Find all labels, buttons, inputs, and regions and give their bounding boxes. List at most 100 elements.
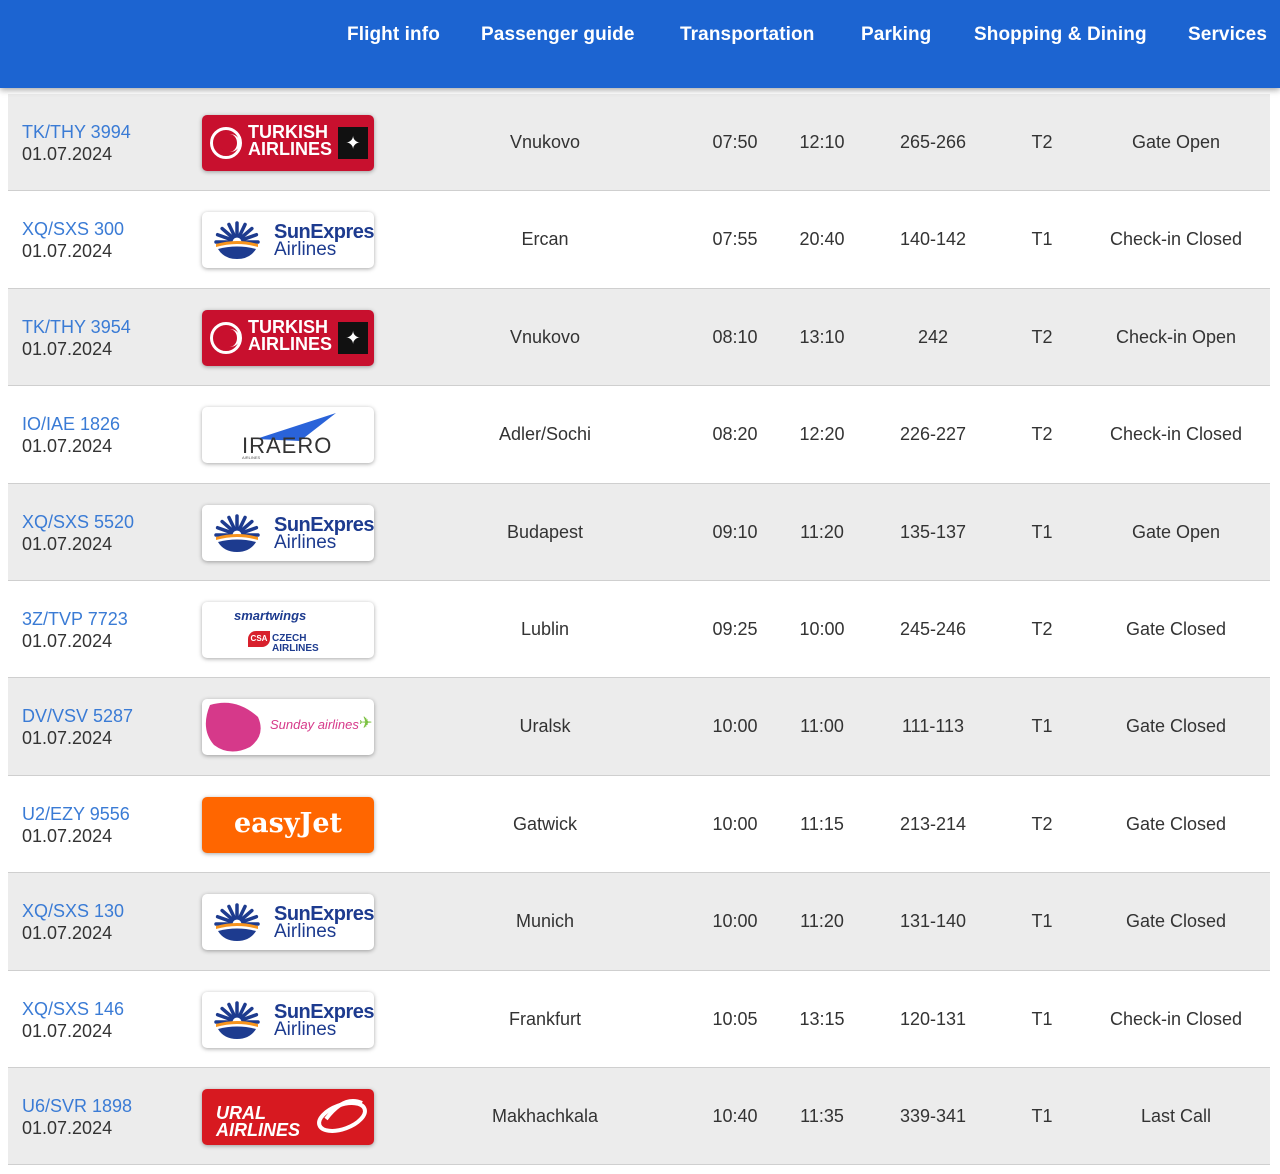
terminal: T1	[1031, 1105, 1053, 1126]
flight-date: 01.07.2024	[22, 1020, 113, 1041]
flight-date: 01.07.2024	[22, 630, 113, 651]
airline-logo: smartwings CSA CZECH AIRLINES	[202, 601, 374, 658]
check-in-counters: 140-142	[899, 229, 967, 250]
nav-passenger-guide[interactable]: Passenger guide	[481, 24, 635, 46]
flight-number-link[interactable]: XQ/SXS 146	[22, 999, 124, 1020]
check-in-counters: 226-227	[899, 424, 967, 445]
flight-number-link[interactable]: 3Z/TVP 7723	[22, 609, 128, 630]
destination: Gatwick	[512, 813, 578, 834]
flight-number-link[interactable]: XQ/SXS 5520	[22, 512, 134, 533]
flight-number-link[interactable]: DV/VSV 5287	[22, 706, 133, 727]
flight-status: Gate Closed	[1125, 716, 1227, 737]
arrival-time: 12:20	[799, 424, 845, 445]
logo-text: CZECH AIRLINES	[272, 632, 319, 654]
destination: Ercan	[521, 229, 569, 250]
terminal: T2	[1031, 132, 1053, 152]
flight-number-link[interactable]: IO/IAE 1826	[22, 414, 120, 435]
star-alliance-icon: ✦	[338, 127, 368, 159]
airline-logo: IRAERO AIRLINES	[202, 407, 374, 464]
logo-text: Airlines	[274, 239, 337, 261]
flight-status: Check-in Closed	[1109, 424, 1243, 445]
terminal: T1	[1031, 229, 1053, 250]
departure-time: 10:05	[712, 1008, 758, 1029]
turkish-airlines-emblem-icon	[210, 321, 242, 354]
flight-date: 01.07.2024	[22, 436, 113, 457]
nav-parking[interactable]: Parking	[861, 24, 931, 46]
destination: Frankfurt	[508, 1008, 582, 1029]
departure-time: 08:10	[712, 326, 758, 347]
flight-status: Last Call	[1140, 1105, 1212, 1126]
flight-row[interactable]: XQ/SXS 146 01.07.2024 SunExpress Airlines Fr…	[8, 970, 1270, 1068]
flight-date: 01.07.2024	[22, 533, 113, 554]
flight-number-link[interactable]: U6/SVR 1898	[22, 1096, 132, 1117]
departure-time: 09:25	[712, 618, 758, 639]
flight-row[interactable]: XQ/SXS 130 01.07.2024 SunExpress Airlines Mu…	[8, 873, 1270, 971]
departure-time: 10:00	[712, 911, 758, 932]
turkish-airlines-emblem-icon	[210, 127, 242, 159]
sun-emblem-icon	[214, 221, 260, 260]
arrival-time: 11:20	[800, 911, 844, 932]
flight-status: Gate Open	[1131, 132, 1221, 152]
terminal: T1	[1031, 1008, 1053, 1029]
flight-row[interactable]: TK/THY 3994 01.07.2024 TURKISH AIRLINES ✦ Vnu…	[8, 94, 1270, 192]
flight-date: 01.07.2024	[22, 728, 113, 749]
check-in-counters: 131-140	[899, 911, 967, 932]
nav-services[interactable]: Services	[1188, 24, 1267, 46]
departure-time: 07:55	[712, 229, 758, 250]
flight-row[interactable]: TK/THY 3954 01.07.2024 TURKISH AIRLINES ✦ Vnu…	[8, 288, 1270, 387]
arrival-time: 20:40	[799, 229, 845, 250]
flight-status: Gate Closed	[1125, 813, 1227, 834]
flight-date: 01.07.2024	[22, 1117, 113, 1138]
plane-icon: ✈	[359, 715, 373, 733]
flight-number-link[interactable]: TK/THY 3954	[22, 317, 131, 338]
destination: Adler/Sochi	[498, 424, 592, 445]
flight-row[interactable]: U6/SVR 1898 01.07.2024 URAL AIRLINES Makhach…	[8, 1067, 1270, 1166]
logo-text: Sunday airlines	[270, 717, 359, 733]
destination: Vnukovo	[509, 326, 581, 347]
airline-logo: easyJet	[202, 796, 374, 853]
flight-row[interactable]: U2/EZY 9556 01.07.2024 easyJet Gatwick 10:00…	[8, 775, 1270, 874]
arrival-time: 11:00	[800, 716, 844, 737]
nav-shopping-dining[interactable]: Shopping & Dining	[974, 24, 1147, 46]
flight-row[interactable]: XQ/SXS 300 01.07.2024 SunExpress Airlines Er…	[8, 191, 1270, 289]
flight-number-link[interactable]: XQ/SXS 130	[22, 901, 124, 922]
csa-emblem-icon: CSA	[248, 630, 270, 647]
flight-number-link[interactable]: XQ/SXS 300	[22, 219, 124, 240]
airline-logo: Sunday airlines ✈	[202, 699, 374, 756]
check-in-counters: 265-266	[899, 132, 967, 152]
flight-number-link[interactable]: TK/THY 3994	[22, 122, 131, 143]
logo-text: Airlines	[274, 531, 337, 553]
flight-row[interactable]: IO/IAE 1826 01.07.2024 IRAERO AIRLINES Adler…	[8, 386, 1270, 484]
flight-date: 01.07.2024	[22, 241, 113, 262]
check-in-counters: 245-246	[899, 618, 967, 639]
destination: Uralsk	[519, 716, 571, 737]
nav-flight-info[interactable]: Flight info	[347, 24, 440, 46]
flight-status: Check-in Closed	[1109, 229, 1243, 250]
logo-text: smartwings	[234, 607, 307, 623]
departure-time: 10:00	[712, 716, 758, 737]
nav-transportation[interactable]: Transportation	[680, 24, 814, 46]
flight-row[interactable]: XQ/SXS 5520 01.07.2024 SunExpress Airlines B…	[8, 483, 1270, 581]
logo-text: Airlines	[274, 1018, 337, 1040]
arrival-time: 12:10	[799, 132, 845, 152]
departure-time: 09:10	[712, 521, 758, 542]
arrival-time: 13:15	[799, 1008, 845, 1029]
check-in-counters: 135-137	[899, 521, 967, 542]
arrival-time: 10:00	[799, 618, 845, 639]
flight-status: Check-in Closed	[1109, 1008, 1243, 1029]
logo-text: AIRLINES	[248, 333, 333, 354]
logo-text: AIRLINES	[242, 455, 261, 461]
arrival-time: 11:20	[800, 521, 844, 542]
logo-text: AIRLINES	[216, 1119, 301, 1140]
departure-time: 07:50	[712, 132, 758, 152]
sun-emblem-icon	[214, 513, 260, 552]
check-in-counters: 213-214	[899, 813, 967, 834]
destination: Budapest	[506, 521, 584, 542]
flight-row[interactable]: DV/VSV 5287 01.07.2024 Sunday airlines ✈ Ura…	[8, 678, 1270, 776]
logo-text: AIRLINES	[248, 139, 333, 159]
flight-number-link[interactable]: U2/EZY 9556	[22, 804, 130, 825]
airline-logo: TURKISH AIRLINES ✦	[202, 115, 374, 171]
departure-time: 08:20	[712, 424, 758, 445]
flight-row[interactable]: 3Z/TVP 7723 01.07.2024 smartwings CSA CZECH …	[8, 580, 1270, 679]
destination: Munich	[515, 911, 575, 932]
